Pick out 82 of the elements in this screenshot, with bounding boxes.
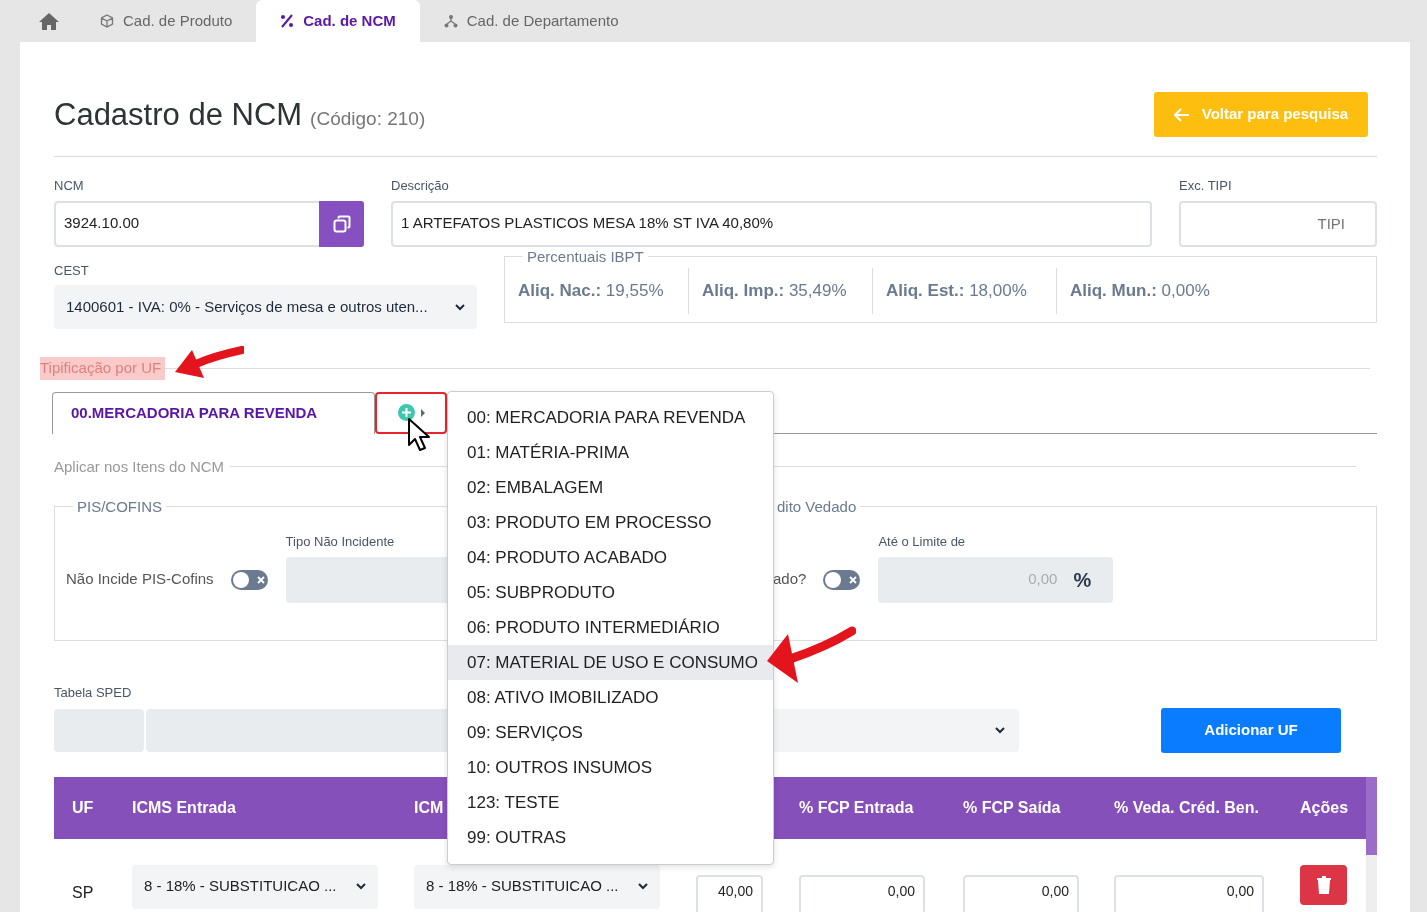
column-header: % FCP Entrada	[799, 798, 914, 816]
home-icon	[38, 12, 60, 30]
rate-value: Aliq. Est.: 18,00%	[873, 267, 1057, 314]
rate-value: Aliq. Mun.: 0,00%	[1069, 279, 1211, 302]
menu-item[interactable]: 07: MATERIAL DE USO E CONSUMO	[448, 645, 773, 680]
cube-icon	[100, 14, 114, 28]
section-legend: Tipificação por UF	[40, 357, 166, 380]
rate-value: Aliq. Imp.: 35,49%	[689, 267, 873, 314]
menu-item[interactable]: 00: MERCADORIA PARA REVENDA	[448, 400, 773, 435]
column-header: % Veda. Créd. Ben.	[1114, 798, 1259, 816]
caret-right-icon	[420, 408, 425, 417]
nav-tab[interactable]: Cad. de Produto	[76, 0, 257, 42]
trash-icon	[1315, 875, 1332, 894]
menu-item[interactable]: 01: MATÉRIA-PRIMA	[448, 435, 773, 470]
menu-item[interactable]: 02: EMBALAGEM	[448, 470, 773, 505]
field-label: Exc. TIPI	[1179, 177, 1232, 195]
toggle-switch[interactable]	[230, 569, 268, 590]
cest-select[interactable]: 1400601 - IVA: 0% - Serviços de mesa e outros uten...	[54, 285, 477, 329]
close-icon	[849, 575, 858, 584]
tipi-field[interactable]: TIPI	[1179, 200, 1377, 247]
section-legend: Aplicar nos Itens do NCM	[54, 455, 231, 478]
scrollbar[interactable]	[1366, 776, 1377, 912]
plus-circle-icon	[397, 404, 415, 421]
menu-item[interactable]: 05: SUBPRODUTO	[448, 575, 773, 610]
add-uf-button[interactable]: Adicionar UF	[1161, 707, 1341, 753]
close-icon	[256, 575, 265, 584]
cell-select[interactable]: 8 - 18% - SUBSTITUICAO ...	[414, 864, 660, 909]
column-header: ICM	[414, 798, 444, 816]
menu-item[interactable]: 99: OUTRAS	[448, 820, 773, 855]
panel-legend: PIS/COFINS	[73, 499, 166, 514]
cell-input[interactable]: 0,00	[799, 874, 925, 912]
menu-item[interactable]: 04: PRODUTO ACABADO	[448, 540, 773, 575]
nav-tab[interactable]: Cad. de NCM	[256, 0, 420, 42]
toggle-switch[interactable]	[823, 569, 861, 590]
type-field[interactable]	[285, 556, 447, 603]
cell-input[interactable]: 0,00	[1114, 874, 1264, 912]
menu-item[interactable]: 06: PRODUTO INTERMEDIÁRIO	[448, 610, 773, 645]
ncm-field[interactable]: 3924.10.00	[54, 200, 319, 247]
cell-input[interactable]: 40,00	[696, 874, 763, 912]
chevron-down-icon	[455, 303, 465, 311]
type-tab[interactable]: 00.MERCADORIA PARA REVENDA	[52, 391, 375, 434]
add-button[interactable]	[375, 391, 447, 434]
menu-item[interactable]: 03: PRODUTO EM PROCESSO	[448, 505, 773, 540]
column-header: % FCP Saída	[963, 798, 1061, 816]
chevron-down-icon	[638, 883, 648, 890]
nav-tab[interactable]: Cad. de Departamento	[419, 0, 643, 42]
cell-input[interactable]: 0,00	[963, 874, 1079, 912]
cell-select[interactable]: 8 - 18% - SUBSTITUICAO ...	[132, 864, 378, 909]
field-label: Tabela SPED	[54, 684, 132, 702]
menu-item[interactable]: 08: ATIVO IMOBILIZADO	[448, 680, 773, 715]
panel-legend: Percentuais IBPT	[523, 248, 648, 264]
copy-icon	[332, 214, 351, 233]
field-label: Até o Limite de	[878, 533, 966, 551]
column-header: ICMS Entrada	[132, 798, 236, 816]
delete-button[interactable]	[1300, 864, 1347, 905]
menu-item[interactable]: 10: OUTROS INSUMOS	[448, 750, 773, 785]
field-label: Descrição	[391, 177, 449, 195]
menu-item[interactable]: 123: TESTE	[448, 785, 773, 820]
record-code: (Código: 210)	[310, 106, 426, 131]
column-header: Ações	[1300, 798, 1349, 816]
table-cell: SP	[72, 883, 94, 901]
percent-icon	[280, 14, 295, 28]
menu-item[interactable]: 09: SERVIÇOS	[448, 715, 773, 750]
field-label: Tipo Não Incidente	[285, 533, 395, 551]
toggle-label: ado?	[773, 569, 807, 590]
toggle-label: Não Incide PIS-Cofins	[66, 569, 214, 590]
page-title: Cadastro de NCM	[54, 95, 303, 133]
rate-value: Aliq. Nac.: 19,55%	[505, 267, 689, 314]
column-header: UF	[72, 798, 94, 816]
chevron-down-icon	[356, 883, 366, 890]
limit-field[interactable]: 0,00 %	[878, 556, 1114, 603]
description-field[interactable]: 1 ARTEFATOS PLASTICOS MESA 18% ST IVA 40,80%	[391, 200, 1152, 247]
unit-label: %	[1072, 567, 1093, 593]
sitemap-icon	[443, 14, 458, 28]
field-label: NCM	[54, 177, 84, 195]
pointer-icon	[407, 417, 433, 453]
field-label: CEST	[54, 261, 89, 280]
panel-legend: dito Vedado	[773, 499, 861, 514]
chevron-down-icon	[995, 726, 1005, 734]
copy-button[interactable]	[319, 200, 364, 247]
arrow-left-icon	[1173, 107, 1190, 122]
sped-field[interactable]	[146, 708, 447, 752]
